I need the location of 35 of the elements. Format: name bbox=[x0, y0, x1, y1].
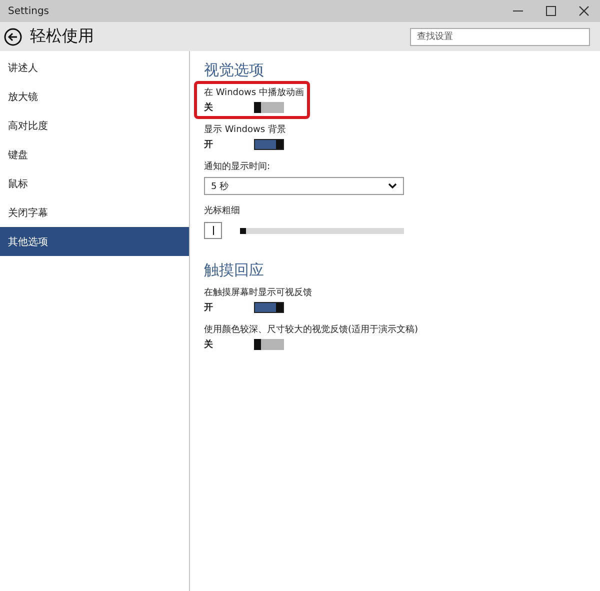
sidebar-item[interactable]: 高对比度 bbox=[0, 111, 189, 140]
dropdown[interactable]: 5 秒 bbox=[204, 177, 404, 195]
slider-thumb[interactable] bbox=[240, 228, 246, 234]
window-title: Settings bbox=[8, 6, 50, 16]
setting-label: 光标粗细 bbox=[204, 205, 241, 218]
minimize-icon[interactable] bbox=[512, 10, 522, 12]
back-icon[interactable] bbox=[4, 28, 22, 46]
setting-label: 在触摸屏幕时显示可视反馈 bbox=[204, 287, 313, 300]
setting-label: 显示 Windows 背景 bbox=[204, 124, 287, 137]
toggle-switch[interactable] bbox=[254, 302, 284, 312]
toggle-switch[interactable] bbox=[254, 102, 284, 112]
sidebar-item[interactable]: 关闭字幕 bbox=[0, 198, 189, 227]
maximize-icon[interactable] bbox=[546, 6, 556, 16]
toggle-switch[interactable] bbox=[254, 138, 284, 150]
setting-label: 在 Windows 中播放动画 bbox=[204, 87, 305, 100]
sidebar-item[interactable]: 键盘 bbox=[0, 140, 189, 169]
close-icon[interactable] bbox=[578, 6, 588, 16]
chevron-icon bbox=[388, 183, 397, 189]
sidebar-item[interactable]: 放大镜 bbox=[0, 82, 189, 111]
section-heading: 触摸回应 bbox=[204, 261, 265, 281]
sidebar-item[interactable]: 鼠标 bbox=[0, 169, 189, 198]
toggle-state: 开 bbox=[204, 302, 214, 314]
search-field[interactable]: 查找设置 bbox=[410, 28, 590, 46]
sidebar-item[interactable]: 其他选项 bbox=[0, 227, 189, 256]
cursor-preview bbox=[204, 222, 222, 239]
slider-track[interactable] bbox=[240, 228, 404, 234]
toggle-switch[interactable] bbox=[254, 338, 284, 350]
toggle-state: 关 bbox=[204, 338, 214, 350]
sidebar-item[interactable]: 讲述人 bbox=[0, 53, 189, 82]
toggle-state: 开 bbox=[204, 138, 214, 150]
toggle-state: 关 bbox=[204, 101, 214, 114]
setting-label: 通知的显示时间: bbox=[204, 161, 272, 174]
setting-label: 使用颜色较深、尺寸较大的视觉反馈(适用于演示文稿) bbox=[204, 324, 420, 337]
section-heading: 视觉选项 bbox=[204, 61, 265, 81]
page-title: 轻松使用 bbox=[30, 26, 95, 47]
